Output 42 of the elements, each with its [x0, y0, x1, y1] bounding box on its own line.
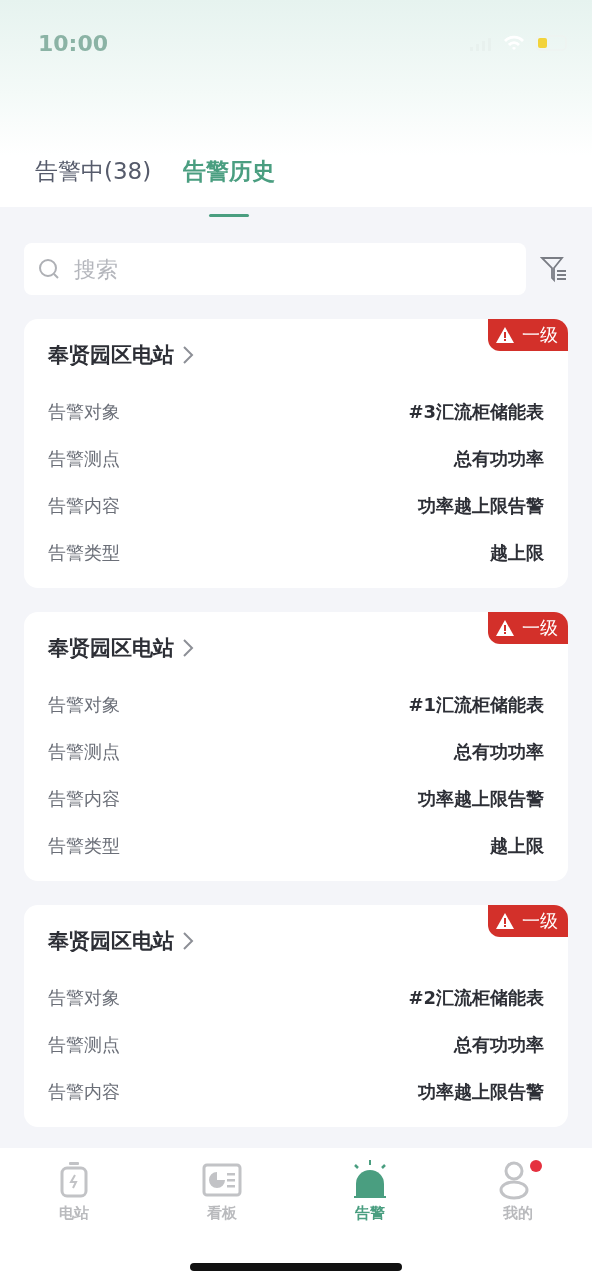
field-value: 越上限 — [490, 540, 544, 565]
field-value: 功率越上限告警 — [418, 493, 544, 518]
field-value: #2汇流柜储能表 — [408, 985, 544, 1010]
field-value: 功率越上限告警 — [418, 786, 544, 811]
station-name[interactable]: 奉贤园区电站 — [48, 634, 174, 662]
alarm-card[interactable]: 一级 奉贤园区电站 告警对象 #1汇流柜储能表 告警测点 总有功功率 告警内容 功率越上限告警 告警类型 越上限 — [24, 612, 568, 881]
warning-icon — [496, 913, 514, 929]
level-badge: 一级 — [488, 905, 568, 937]
field-label: 告警内容 — [48, 1079, 120, 1104]
level-badge: 一级 — [488, 612, 568, 644]
field-value: 越上限 — [490, 833, 544, 858]
station-name[interactable]: 奉贤园区电站 — [48, 341, 174, 369]
status-time: 10:00 — [38, 30, 109, 56]
field-value: 功率越上限告警 — [418, 1079, 544, 1104]
warning-icon — [496, 327, 514, 343]
field-label: 告警测点 — [48, 739, 120, 764]
tab[interactable]: 告警中(38) — [35, 156, 152, 203]
alarm-card[interactable]: 一级 奉贤园区电站 告警对象 #3汇流柜储能表 告警测点 总有功功率 告警内容 功率越上限告警 告警类型 越上限 — [24, 319, 568, 588]
warning-icon — [496, 620, 514, 636]
station-name[interactable]: 奉贤园区电站 — [48, 927, 174, 955]
level-badge: 一级 — [488, 319, 568, 351]
field-label: 告警对象 — [48, 399, 120, 424]
field-value: 总有功功率 — [454, 446, 544, 471]
field-label: 告警对象 — [48, 985, 120, 1010]
alarm-card[interactable]: 一级 奉贤园区电站 告警对象 #2汇流柜储能表 告警测点 总有功功率 告警内容 功率越上限告警 — [24, 905, 568, 1127]
field-value: 总有功功率 — [454, 1032, 544, 1057]
field-label: 告警测点 — [48, 1032, 120, 1057]
chevron-right-icon — [182, 638, 194, 658]
field-value: #3汇流柜储能表 — [408, 399, 544, 424]
field-label: 告警对象 — [48, 692, 120, 717]
field-value: #1汇流柜储能表 — [408, 692, 544, 717]
search-field[interactable]: 搜索 — [24, 243, 526, 295]
tab-indicator — [209, 214, 250, 217]
field-label: 告警类型 — [48, 540, 120, 565]
chevron-right-icon — [182, 931, 194, 951]
field-label: 告警内容 — [48, 493, 120, 518]
chevron-right-icon — [182, 345, 194, 365]
field-label: 告警测点 — [48, 446, 120, 471]
field-label: 告警内容 — [48, 786, 120, 811]
field-label: 告警类型 — [48, 833, 120, 858]
filter-icon[interactable] — [540, 255, 568, 283]
field-value: 总有功功率 — [454, 739, 544, 764]
